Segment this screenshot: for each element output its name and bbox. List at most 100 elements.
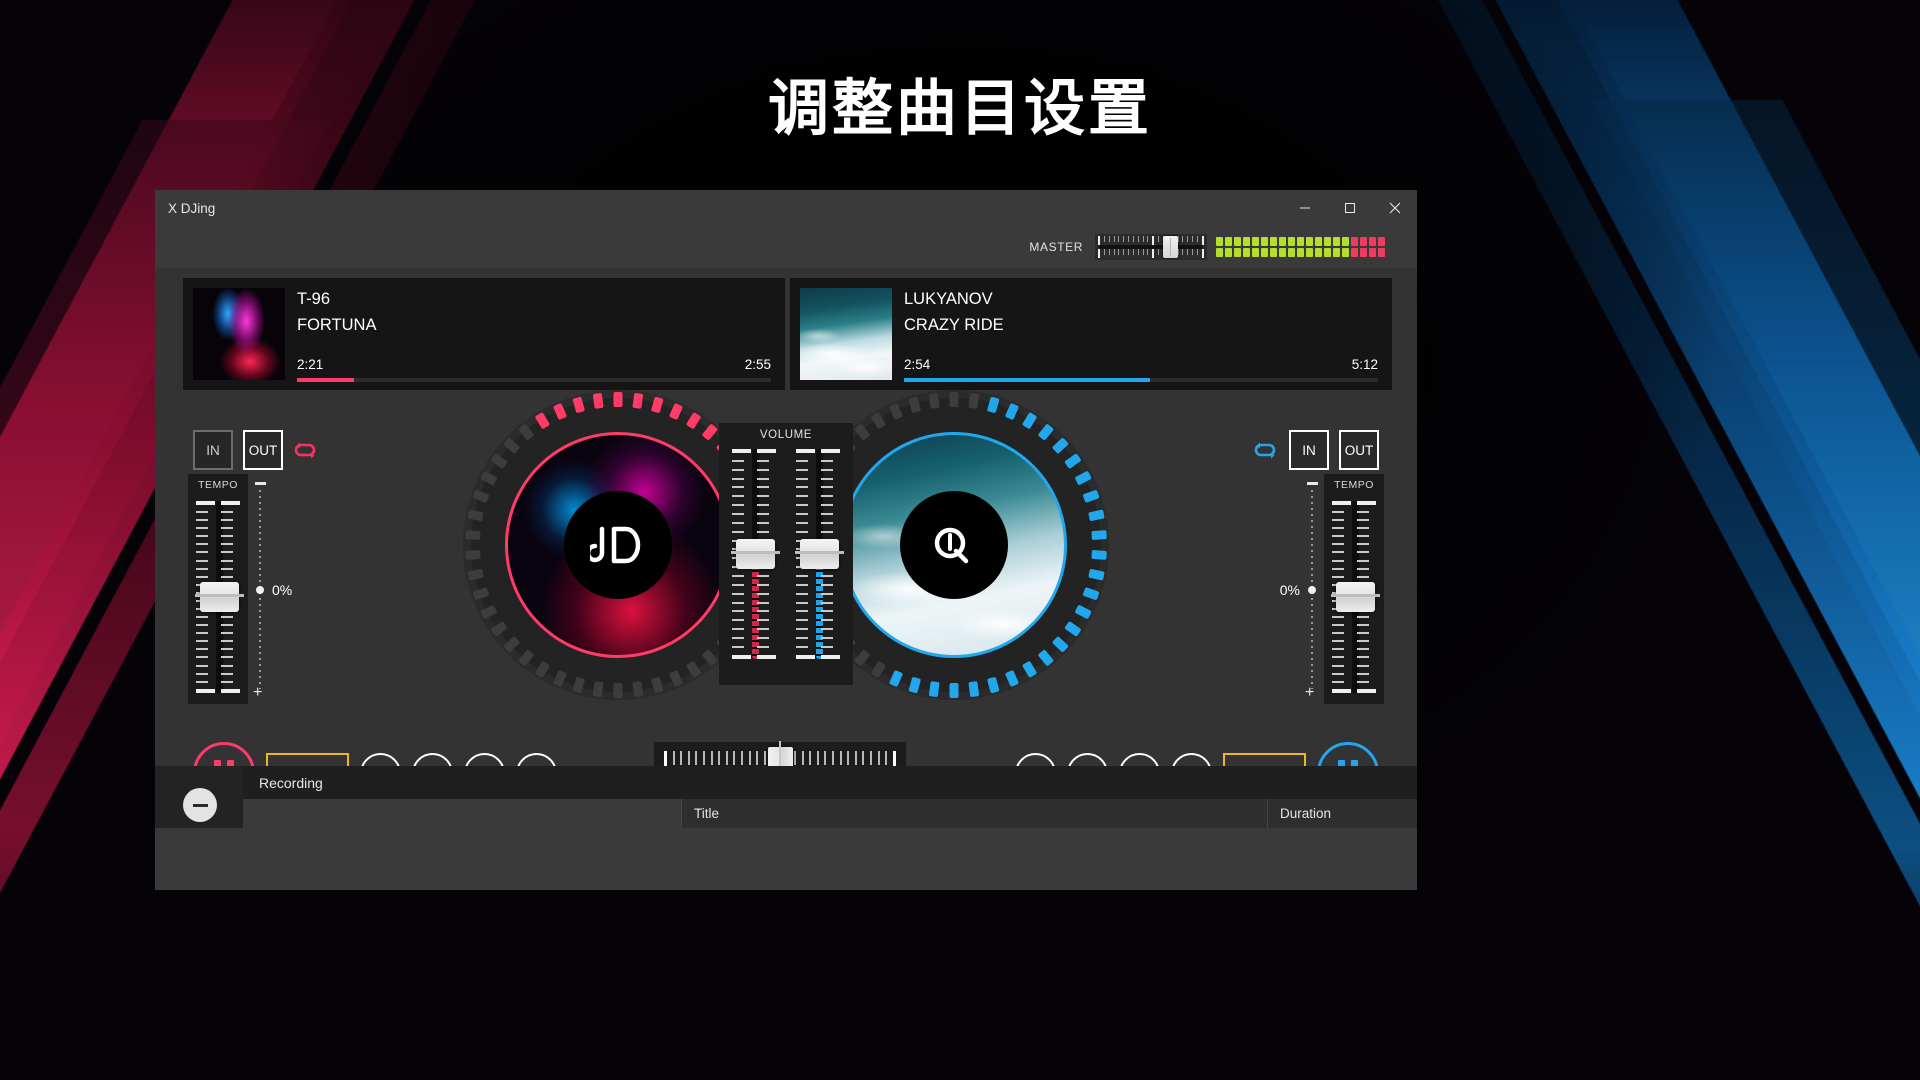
master-led-segment [1234, 248, 1241, 257]
jog-ring-segment [592, 392, 604, 409]
track-elapsed-right: 2:54 [904, 357, 931, 372]
master-led-column [1234, 237, 1241, 257]
master-output-bar: MASTER [155, 226, 1417, 268]
minimize-button[interactable] [1282, 190, 1327, 226]
app-body: T-96 FORTUNA 2:21 2:55 LUKYANOV CRAZY RI… [155, 268, 1417, 828]
master-led-segment [1315, 237, 1322, 246]
tempo-fader-left[interactable] [190, 497, 246, 697]
master-led-segment [1324, 237, 1331, 246]
jog-hub-right [900, 491, 1008, 599]
collapse-icon[interactable] [183, 788, 217, 822]
loop-icon-right[interactable] [1253, 439, 1279, 461]
page-headline: 调整曲目设置 [767, 74, 1152, 142]
volume-knob-left[interactable] [731, 539, 780, 569]
browser-panel: Recording Title Duration [155, 766, 1417, 828]
master-led-segment [1234, 237, 1241, 246]
tempo-fader-right[interactable] [1326, 497, 1382, 697]
volume-panel: VOLUME [719, 423, 853, 685]
master-led-segment [1225, 237, 1232, 246]
jog-ring-segment [1091, 549, 1107, 560]
track-title-left: FORTUNA [297, 316, 377, 334]
track-progress-fill-left [297, 378, 354, 382]
master-led-segment [1369, 237, 1376, 246]
master-led-segment [1279, 248, 1286, 257]
master-led-segment [1252, 237, 1259, 246]
master-led-column [1279, 237, 1286, 257]
window-titlebar: X DJing [155, 190, 1417, 226]
master-led-column [1369, 237, 1376, 257]
master-led-segment [1351, 237, 1358, 246]
master-led-column [1324, 237, 1331, 257]
dj-app-window: X DJing MASTER T-96 FORTUNA 2:21 2:55 LU… [155, 190, 1417, 890]
loop-out-button-left[interactable]: OUT [243, 430, 283, 470]
master-led-column [1270, 237, 1277, 257]
tempo-knob-right[interactable] [1331, 582, 1380, 612]
loop-in-button-right[interactable]: IN [1289, 430, 1329, 470]
close-button[interactable] [1372, 190, 1417, 226]
master-led-segment [1225, 248, 1232, 257]
jog-ring-segment [613, 683, 623, 698]
master-led-segment [1252, 248, 1259, 257]
tempo-scale-right: + [1305, 482, 1318, 701]
master-led-segment [1342, 248, 1349, 257]
track-times-left: 2:21 2:55 [297, 357, 771, 372]
track-artist-left: T-96 [297, 290, 331, 308]
tempo-knob-left[interactable] [195, 582, 244, 612]
jog-ring-segment [467, 568, 484, 581]
master-led-segment [1306, 248, 1313, 257]
jog-ring-segment [632, 392, 644, 409]
master-led-segment [1378, 248, 1385, 257]
jog-ring-segment [465, 549, 481, 560]
master-fader-knob[interactable] [1163, 236, 1179, 258]
master-led-segment [1243, 237, 1250, 246]
jog-hub-left [564, 491, 672, 599]
master-led-segment [1279, 237, 1286, 246]
master-led-segment [1360, 237, 1367, 246]
master-led-segment [1297, 237, 1304, 246]
browser-sidebar [155, 766, 243, 828]
master-led-segment [1360, 248, 1367, 257]
tempo-scale-cap-right [1307, 482, 1318, 485]
volume-fader-right[interactable] [790, 445, 846, 663]
master-led-segment [1261, 237, 1268, 246]
album-art-left [193, 288, 285, 380]
jog-ring-segment [1091, 530, 1107, 541]
loop-in-button-left[interactable]: IN [193, 430, 233, 470]
master-volume-fader[interactable] [1095, 234, 1207, 260]
track-progress-fill-right [904, 378, 1151, 382]
track-info-row: T-96 FORTUNA 2:21 2:55 LUKYANOV CRAZY RI… [155, 268, 1417, 390]
tempo-scale-dot-left [256, 585, 264, 594]
track-title-right: CRAZY RIDE [904, 316, 1004, 334]
master-level-meter [1216, 237, 1385, 257]
tempo-plus-label-right: + [1305, 684, 1315, 701]
master-led-column [1261, 237, 1268, 257]
column-header-title[interactable]: Title [681, 799, 1267, 828]
track-panel-left[interactable]: T-96 FORTUNA 2:21 2:55 [183, 278, 785, 390]
master-led-segment [1216, 237, 1223, 246]
loop-icon-left[interactable] [293, 439, 319, 461]
jog-ring-segment [928, 392, 940, 409]
track-progress-left[interactable] [297, 378, 771, 382]
volume-fader-left[interactable] [726, 445, 782, 663]
master-led-segment [1288, 237, 1295, 246]
volume-faders [719, 445, 853, 663]
track-panel-right[interactable]: LUKYANOV CRAZY RIDE 2:54 5:12 [790, 278, 1392, 390]
volume-knob-right[interactable] [795, 539, 844, 569]
master-led-segment [1369, 248, 1376, 257]
master-led-column [1351, 237, 1358, 257]
master-fader-ticks-top [1098, 236, 1204, 245]
maximize-button[interactable] [1327, 190, 1372, 226]
loop-out-button-right[interactable]: OUT [1339, 430, 1379, 470]
track-duration-left: 2:55 [744, 357, 771, 372]
track-progress-right[interactable] [904, 378, 1378, 382]
track-artist-right: LUKYANOV [904, 290, 993, 308]
window-controls [1282, 190, 1417, 226]
master-led-segment [1351, 248, 1358, 257]
column-header-duration[interactable]: Duration [1267, 799, 1417, 828]
jog-ring-segment [949, 683, 959, 698]
master-led-column [1342, 237, 1349, 257]
track-duration-right: 5:12 [1351, 357, 1378, 372]
master-led-column [1288, 237, 1295, 257]
tempo-readout-left: + 0% [253, 482, 292, 701]
tempo-panel-left: TEMPO [188, 474, 248, 704]
